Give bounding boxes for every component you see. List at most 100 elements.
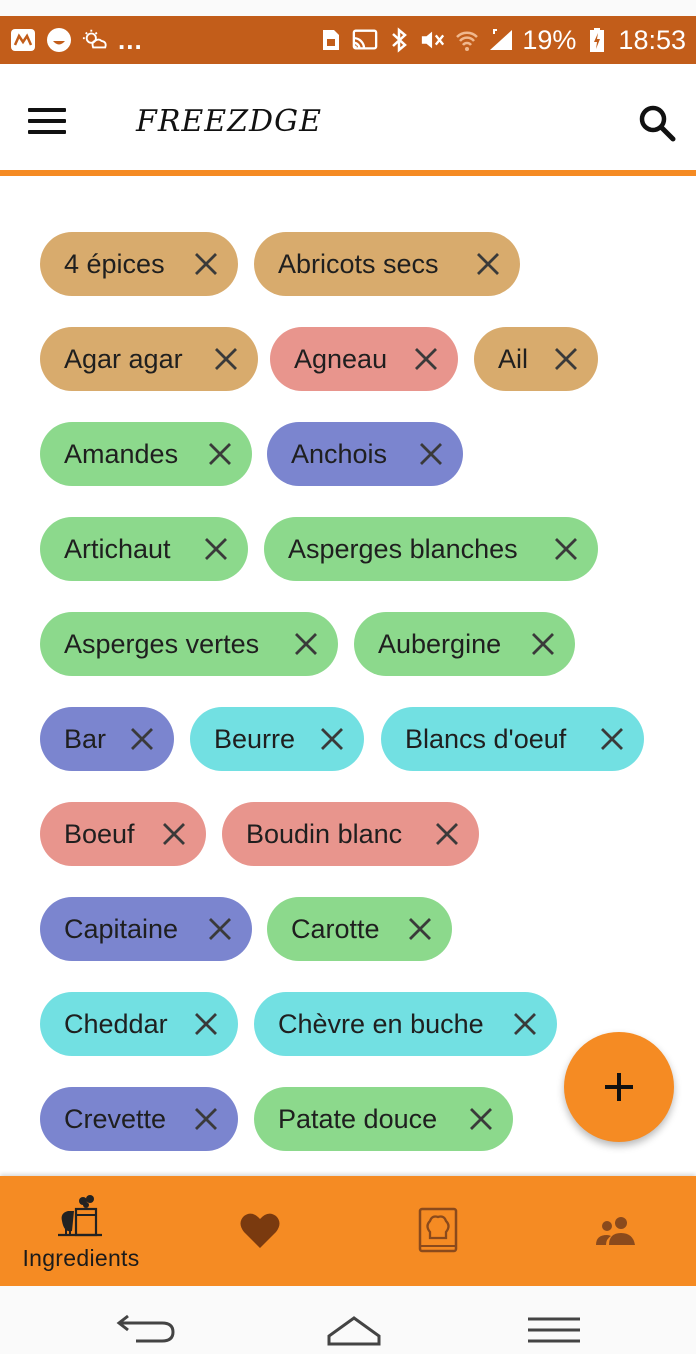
- signal-icon: [488, 27, 514, 53]
- ingredient-chip-label: Beurre: [214, 723, 296, 754]
- remove-chip-icon[interactable]: [529, 630, 557, 658]
- ingredient-chip-label: Anchois: [291, 438, 388, 469]
- hamburger-menu-icon: [28, 108, 66, 112]
- remove-chip-icon[interactable]: [433, 820, 461, 848]
- ingredient-chip[interactable]: Artichaut: [40, 517, 248, 581]
- nav-item-profile[interactable]: [546, 1176, 686, 1286]
- more-notifications-indicator: ...: [118, 24, 143, 55]
- remove-chip-icon[interactable]: [128, 725, 156, 753]
- ingredient-chip-label: Agar agar: [64, 343, 183, 374]
- ingredient-chip-label: Agneau: [294, 343, 388, 374]
- ingredient-chip[interactable]: Crevette: [40, 1087, 238, 1151]
- ingredient-chip-label: Patate douce: [278, 1103, 438, 1134]
- nav-item-favorites[interactable]: [190, 1176, 330, 1286]
- menu-button[interactable]: [28, 108, 66, 134]
- ingredient-chip[interactable]: Chèvre en buche: [254, 992, 557, 1056]
- remove-chip-icon[interactable]: [202, 535, 230, 563]
- back-icon[interactable]: [116, 1312, 176, 1344]
- ingredient-chip-label: Chèvre en buche: [278, 1008, 484, 1039]
- remove-chip-icon[interactable]: [192, 250, 220, 278]
- ingredient-chip-label: Boudin blanc: [246, 818, 403, 849]
- ingredient-chip[interactable]: Anchois: [267, 422, 463, 486]
- ingredient-chip-label: Crevette: [64, 1103, 167, 1134]
- ingredient-chip-label: Aubergine: [378, 628, 502, 659]
- ingredient-chip-label: Artichaut: [64, 533, 171, 564]
- heart-icon: [240, 1213, 280, 1248]
- ingredient-chip[interactable]: Blancs d'oeuf: [381, 707, 644, 771]
- ingredient-chip[interactable]: Abricots secs: [254, 232, 520, 296]
- remove-chip-icon[interactable]: [552, 345, 580, 373]
- nav-item-recipes[interactable]: [368, 1176, 508, 1286]
- remove-chip-icon[interactable]: [206, 915, 234, 943]
- remove-chip-icon[interactable]: [474, 250, 502, 278]
- mute-icon: [420, 27, 446, 53]
- recipe-book-icon: [418, 1207, 458, 1253]
- ingredient-chip[interactable]: Ail: [474, 327, 598, 391]
- nav-label-ingredients: Ingredients: [22, 1244, 140, 1271]
- ingredient-chip-label: Cheddar: [64, 1008, 168, 1039]
- ingredient-chip-label: Asperges blanches: [288, 533, 518, 564]
- ingredient-chip[interactable]: Agar agar: [40, 327, 258, 391]
- hamburger-menu-icon-line: [28, 130, 66, 134]
- nav-item-ingredients[interactable]: Ingredients: [0, 1176, 162, 1286]
- ingredient-chip-label: Asperges vertes: [64, 628, 260, 659]
- add-ingredient-button[interactable]: [564, 1032, 674, 1142]
- smiley-notification-icon: [46, 27, 72, 53]
- plus-icon: [605, 1073, 633, 1101]
- sim-icon: [318, 27, 344, 53]
- remove-chip-icon[interactable]: [598, 725, 626, 753]
- wifi-icon: [454, 27, 480, 53]
- cast-icon: [352, 27, 378, 53]
- remove-chip-icon[interactable]: [406, 915, 434, 943]
- remove-chip-icon[interactable]: [412, 345, 440, 373]
- ingredient-chip[interactable]: Beurre: [190, 707, 364, 771]
- ingredient-chip[interactable]: Boudin blanc: [222, 802, 479, 866]
- ingredient-chip[interactable]: Bar: [40, 707, 174, 771]
- clock: 18:53: [618, 24, 686, 55]
- ingredient-chip[interactable]: Capitaine: [40, 897, 252, 961]
- app-bar: FREEZDGE: [0, 64, 696, 170]
- app-notification-icon: [10, 27, 36, 53]
- remove-chip-icon[interactable]: [292, 630, 320, 658]
- system-navigation-bar: [0, 1286, 696, 1354]
- remove-chip-icon[interactable]: [160, 820, 188, 848]
- recents-icon[interactable]: [526, 1316, 582, 1346]
- remove-chip-icon[interactable]: [192, 1010, 220, 1038]
- remove-chip-icon[interactable]: [552, 535, 580, 563]
- ingredient-chip[interactable]: Patate douce: [254, 1087, 513, 1151]
- ingredient-chip[interactable]: Asperges vertes: [40, 612, 338, 676]
- ingredient-chip-label: Ail: [498, 343, 529, 374]
- remove-chip-icon[interactable]: [417, 440, 445, 468]
- status-bar: ... 19% 18:53: [0, 0, 696, 64]
- ingredient-chip-label: Boeuf: [64, 818, 135, 849]
- bottom-navigation: Ingredients: [0, 1176, 696, 1286]
- ingredients-icon: [58, 1194, 102, 1236]
- ingredient-chip[interactable]: 4 épices: [40, 232, 238, 296]
- ingredient-chip-label: Abricots secs: [278, 248, 439, 279]
- ingredient-chip-label: Carotte: [291, 913, 380, 944]
- remove-chip-icon[interactable]: [318, 725, 346, 753]
- remove-chip-icon[interactable]: [511, 1010, 539, 1038]
- ingredient-chip[interactable]: Aubergine: [354, 612, 575, 676]
- ingredient-chip[interactable]: Asperges blanches: [264, 517, 598, 581]
- app-title: FREEZDGE: [136, 104, 322, 139]
- ingredient-chip-label: 4 épices: [64, 248, 165, 279]
- ingredient-chip[interactable]: Boeuf: [40, 802, 206, 866]
- search-button[interactable]: [638, 104, 676, 142]
- hamburger-menu-icon-line: [28, 119, 66, 123]
- ingredient-chip[interactable]: Carotte: [267, 897, 452, 961]
- battery-percentage: 19%: [522, 24, 577, 55]
- ingredient-chip[interactable]: Cheddar: [40, 992, 238, 1056]
- ingredient-chip-label: Capitaine: [64, 913, 179, 944]
- ingredient-chip[interactable]: Amandes: [40, 422, 252, 486]
- search-icon: [639, 105, 676, 142]
- home-icon[interactable]: [326, 1314, 382, 1348]
- remove-chip-icon[interactable]: [467, 1105, 495, 1133]
- remove-chip-icon[interactable]: [192, 1105, 220, 1133]
- remove-chip-icon[interactable]: [206, 440, 234, 468]
- app-bar-divider: [0, 170, 696, 176]
- battery-charging-icon: [584, 27, 610, 53]
- ingredient-chip[interactable]: Agneau: [270, 327, 458, 391]
- remove-chip-icon[interactable]: [212, 345, 240, 373]
- people-icon: [596, 1217, 635, 1245]
